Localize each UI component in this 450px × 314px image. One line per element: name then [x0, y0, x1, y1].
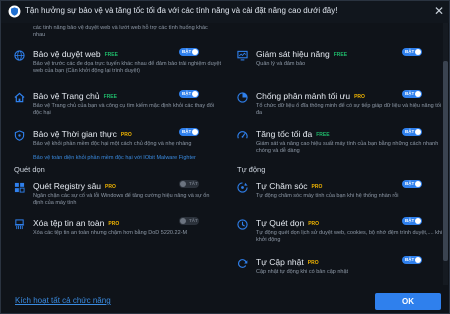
smart-defrag-toggle[interactable]: BẬT [402, 90, 422, 98]
pie-icon [237, 92, 248, 103]
feature-description: Tự động chăm sóc máy tính của bạn khi hệ… [256, 193, 399, 199]
pro-badge: PRO [308, 221, 320, 227]
scrollbar-thumb[interactable] [443, 61, 448, 261]
home-icon [14, 92, 25, 103]
auto-update-toggle[interactable]: BẬT [402, 256, 422, 264]
feature-auto-care: Tự Chăm sóc PRO Tự động chăm sóc máy tính… [237, 180, 437, 205]
title-bar: Tận hưởng sự bảo vệ và tăng tốc tối đa v… [1, 1, 449, 23]
feature-turbo-boost: Tăng tốc tối đa FREE Giám sát và nâng cao… [237, 128, 438, 157]
feature-description: Bảo vệ khỏi phần mềm độc hại một cách ch… [33, 141, 192, 147]
realtime-protection-toggle[interactable]: BẬT [179, 128, 199, 136]
deep-registry-toggle[interactable]: TẮT [179, 180, 199, 188]
auto-care-icon [237, 182, 248, 193]
malware-fighter-link[interactable]: Bảo vệ toàn diện khỏi phần mềm độc hại v… [33, 155, 221, 162]
auto-clean-toggle[interactable]: BẬT [402, 217, 422, 225]
app-logo-icon [8, 5, 21, 18]
feature-description: Giám sát và nâng cao hiệu suất máy tính … [256, 141, 439, 154]
feature-title: Bảo vệ duyệt web [33, 49, 101, 59]
feature-title: Bảo vệ Trang chủ [33, 91, 100, 101]
feature-description: Quản lý và đảm bảo [256, 61, 306, 67]
performance-monitor-toggle[interactable]: BẬT [402, 48, 422, 56]
free-badge: FREE [103, 94, 117, 100]
homepage-protection-toggle[interactable]: BẬT [179, 90, 199, 98]
feature-auto-clean: Tự Quét dọn PRO Tự động quét dọn lịch sử … [237, 217, 442, 246]
free-badge: FREE [333, 52, 348, 58]
pro-badge: PRO [354, 94, 365, 100]
globe-icon [14, 50, 25, 61]
feature-auto-update: Tự Cập nhật PRO Cập nhật tự động khi có b… [237, 256, 437, 281]
feature-deep-registry: Quét Registry sâu PRO Ngăn chặn các sự cố… [14, 180, 224, 209]
section-label-cleanup: Quét dọn [14, 165, 45, 174]
feature-homepage-protection: Bảo vệ Trang chủ FREE Bảo vệ Trang chủ củ… [14, 90, 224, 119]
pro-badge: PRO [108, 221, 120, 227]
feature-title: Tự Quét dọn [256, 218, 305, 228]
feature-smart-defrag: Chống phân mảnh tối ưu PRO Tổ chức dữ liệ… [237, 90, 441, 119]
pro-badge: PRO [120, 132, 132, 138]
feature-title: Tự Cập nhật [256, 257, 304, 267]
close-icon[interactable]: ✕ [432, 4, 446, 18]
pro-badge: PRO [105, 184, 116, 190]
speedometer-icon [237, 131, 248, 139]
browsing-protection-toggle[interactable]: BẬT [179, 48, 199, 56]
dialog-title: Tận hưởng sự bảo vệ và tăng tốc tối đa v… [25, 6, 338, 15]
toggle-label: TẮT [189, 181, 198, 186]
feature-title: Xóa tệp tin an toàn [33, 218, 105, 228]
auto-care-toggle[interactable]: BẬT [402, 180, 422, 188]
feature-title: Chống phân mảnh tối ưu [256, 91, 351, 101]
ok-button[interactable]: OK [375, 293, 441, 310]
feature-title: Tăng tốc tối đa [256, 129, 313, 139]
shield-icon [14, 130, 25, 141]
feature-secure-delete: Xóa tệp tin an toàn PRO Xóa các tệp tin a… [14, 217, 224, 246]
secure-delete-toggle[interactable]: TẮT [179, 217, 199, 225]
feature-description: Bảo vệ Trang chủ của bạn và công cụ tìm … [33, 103, 214, 116]
feature-description: Tổ chức dữ liệu ổ đĩa thông minh để có s… [256, 103, 442, 116]
feature-title: Bảo vệ Thời gian thực [33, 129, 117, 139]
pro-badge: PRO [307, 260, 319, 266]
feature-description: Bảo vệ trước các đe dọa trực tuyến khác … [33, 61, 221, 74]
registry-icon [14, 182, 25, 193]
update-icon [238, 259, 248, 268]
feature-description: Xóa các tệp tin an toàn nhưng chậm hơn b… [33, 230, 188, 236]
feature-description: Cập nhật tự động khi có bản cập nhật [256, 269, 349, 275]
shredder-icon [14, 219, 25, 230]
feature-title: Quét Registry sâu [33, 181, 102, 191]
feature-title: Giám sát hiệu năng [256, 49, 330, 59]
auto-clean-icon [237, 219, 248, 230]
activate-all-link[interactable]: Kích hoạt tất cả chức năng [15, 296, 111, 305]
section-label-automatic: Tự động [237, 165, 266, 174]
settings-dialog: Tận hưởng sự bảo vệ và tăng tốc tối đa v… [0, 0, 450, 314]
feature-performance-monitor: Giám sát hiệu năng FREE Quản lý và đảm bả… [237, 48, 437, 73]
turbo-boost-toggle[interactable]: BẬT [402, 128, 422, 136]
feature-browsing-protection: Bảo vệ duyệt web FREE Bảo vệ trước các đe… [14, 48, 224, 79]
feature-title: Tự Chăm sóc [256, 181, 308, 191]
monitor-icon [237, 50, 248, 61]
free-badge: FREE [104, 52, 118, 58]
feature-realtime-protection: Bảo vệ Thời gian thực PRO Bảo vệ khỏi phầ… [14, 128, 224, 167]
free-badge: FREE [316, 132, 330, 138]
pro-badge: PRO [311, 184, 323, 190]
scrolled-text-snippet: các tinh năng bảo vệ duyệt web và lướt w… [33, 25, 208, 38]
feature-description: Ngăn chặn các sự cố và lỗi Windows để tă… [33, 193, 210, 206]
feature-description: Tự động quét dọn lịch sử duyệt web, cook… [256, 230, 443, 243]
toggle-label: TẮT [189, 218, 198, 223]
